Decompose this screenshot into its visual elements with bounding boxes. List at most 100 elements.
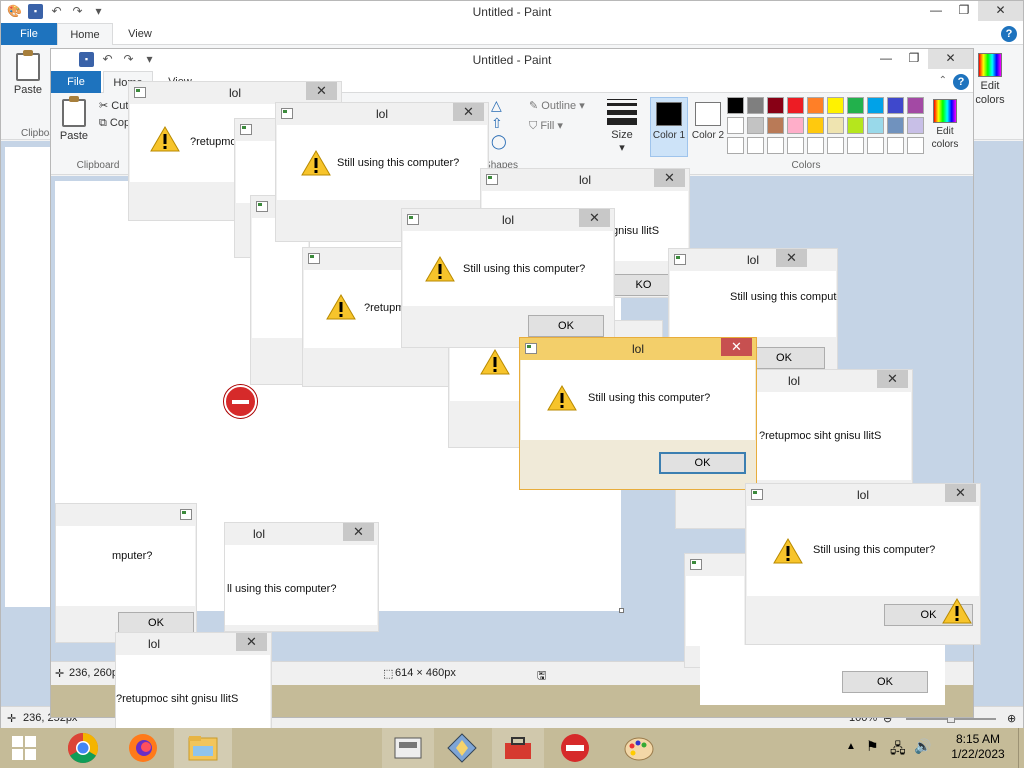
palette-swatch[interactable]	[807, 117, 824, 134]
clock[interactable]: 8:15 AM 1/22/2023	[942, 732, 1014, 762]
color1-selector[interactable]: Color 1	[650, 97, 688, 157]
cut-button[interactable]: ✂ Cut	[99, 99, 128, 112]
palette-swatch[interactable]	[787, 97, 804, 114]
minimize-button[interactable]: —	[922, 1, 950, 21]
colors-group-label: Colors	[791, 160, 821, 171]
palette-swatch[interactable]	[727, 97, 744, 114]
error-icon	[224, 385, 257, 418]
palette-swatch[interactable]	[767, 97, 784, 114]
maximize-button[interactable]: ❐	[950, 1, 978, 21]
close-button[interactable]: ✕	[877, 370, 908, 388]
system-tray: ▲ ⚑ 🖧 🔊 8:15 AM 1/22/2023	[840, 728, 1024, 768]
taskbar-app[interactable]	[492, 728, 544, 768]
taskbar-file-explorer[interactable]	[174, 728, 232, 768]
palette-swatch[interactable]	[747, 137, 764, 154]
color2-selector[interactable]: Color 2	[689, 97, 727, 157]
tab-home[interactable]: Home	[57, 23, 113, 45]
dialog-app-icon	[180, 509, 192, 520]
taskbar-chrome[interactable]	[54, 728, 112, 768]
palette-swatch[interactable]	[827, 97, 844, 114]
palette-swatch[interactable]	[767, 137, 784, 154]
palette-swatch[interactable]	[867, 97, 884, 114]
canvas-resize-handle[interactable]	[619, 608, 624, 613]
close-button[interactable]: ✕	[654, 169, 685, 187]
close-button[interactable]: ✕	[236, 633, 267, 651]
palette-swatch[interactable]	[787, 117, 804, 134]
palette-swatch[interactable]	[887, 97, 904, 114]
minimize-ribbon-icon[interactable]: ⌃	[939, 75, 947, 86]
toolbox-icon	[505, 737, 531, 759]
taskbar-app[interactable]	[548, 728, 602, 768]
palette-swatch[interactable]	[807, 137, 824, 154]
canvas-size: 614 × 460px	[395, 667, 456, 679]
close-button[interactable]: ✕	[579, 209, 610, 227]
clipboard-group-label: Clipboard	[21, 128, 64, 139]
flag-icon[interactable]: ⚑	[866, 738, 879, 755]
ok-button[interactable]: OK	[659, 452, 746, 474]
help-icon[interactable]: ?	[1001, 26, 1017, 42]
dialog-message: ll using this computer?	[227, 583, 337, 595]
taskbar-firefox[interactable]	[114, 728, 172, 768]
palette-swatch[interactable]	[787, 137, 804, 154]
tab-view[interactable]: View	[115, 23, 165, 45]
palette-swatch[interactable]	[847, 117, 864, 134]
tab-file[interactable]: File	[51, 71, 101, 93]
palette-swatch[interactable]	[907, 97, 924, 114]
start-button[interactable]	[0, 728, 48, 768]
size-button[interactable]: Size ▾	[605, 99, 639, 154]
palette-swatch[interactable]	[727, 117, 744, 134]
palette-swatch[interactable]	[847, 97, 864, 114]
palette-swatch[interactable]	[727, 137, 744, 154]
fill-button[interactable]: ⛉ Fill ▾	[529, 119, 563, 133]
minimize-button[interactable]: —	[872, 49, 900, 69]
shape-triangle-icon[interactable]: △	[491, 97, 502, 114]
shape-arrow-up-icon[interactable]: ⇧	[491, 115, 503, 132]
close-button[interactable]: ✕	[343, 523, 374, 541]
close-button[interactable]: ✕	[945, 484, 976, 502]
palette-swatch[interactable]	[907, 137, 924, 154]
paste-button[interactable]: Paste	[9, 50, 47, 96]
close-button[interactable]: ✕	[453, 103, 484, 121]
palette-swatch[interactable]	[747, 97, 764, 114]
network-icon[interactable]: 🖧	[890, 738, 906, 762]
palette-swatch[interactable]	[887, 117, 904, 134]
caption-buttons: — ❐ ✕	[872, 49, 973, 69]
maximize-button[interactable]: ❐	[900, 49, 928, 69]
outline-button[interactable]: ✎ Outline ▾	[529, 99, 585, 112]
taskbar-app[interactable]	[382, 728, 434, 768]
cursor-position-icon: ✛	[7, 713, 17, 725]
palette-swatch[interactable]	[867, 137, 884, 154]
close-button[interactable]: ✕	[928, 49, 973, 69]
tab-file[interactable]: File	[1, 23, 57, 45]
close-button[interactable]: ✕	[776, 249, 807, 267]
volume-icon[interactable]: 🔊	[914, 738, 931, 755]
ok-button[interactable]: OK	[528, 315, 604, 337]
paste-button[interactable]: Paste	[57, 96, 91, 142]
show-hidden-icons-icon[interactable]: ▲	[846, 741, 856, 752]
warning-icon	[301, 150, 331, 176]
taskbar-paint[interactable]	[610, 728, 668, 768]
palette-swatch[interactable]	[867, 117, 884, 134]
close-button[interactable]: ✕	[306, 82, 337, 100]
show-desktop-button[interactable]	[1018, 728, 1024, 768]
edit-colors-button[interactable]: Edit colors	[927, 99, 963, 151]
palette-swatch[interactable]	[827, 137, 844, 154]
palette-swatch[interactable]	[887, 137, 904, 154]
close-button[interactable]: ✕	[721, 338, 752, 356]
help-icon[interactable]: ?	[953, 74, 969, 90]
palette-swatch[interactable]	[907, 117, 924, 134]
palette-swatch[interactable]	[807, 97, 824, 114]
copy-icon: ⧉	[99, 117, 110, 129]
close-button[interactable]: ✕	[978, 1, 1023, 21]
taskbar-app[interactable]	[436, 728, 488, 768]
ok-button[interactable]: OK	[842, 671, 928, 693]
ok-button[interactable]: OK	[118, 612, 194, 634]
taskbar: ▲ ⚑ 🖧 🔊 8:15 AM 1/22/2023	[0, 728, 1024, 768]
palette-swatch[interactable]	[747, 117, 764, 134]
zoom-in-icon[interactable]: ⊕	[1007, 712, 1016, 725]
file-size-icon: 🖫	[537, 670, 547, 682]
palette-swatch[interactable]	[827, 117, 844, 134]
palette-swatch[interactable]	[847, 137, 864, 154]
palette-swatch[interactable]	[767, 117, 784, 134]
shape-callout-icon[interactable]: ◯	[491, 133, 507, 150]
